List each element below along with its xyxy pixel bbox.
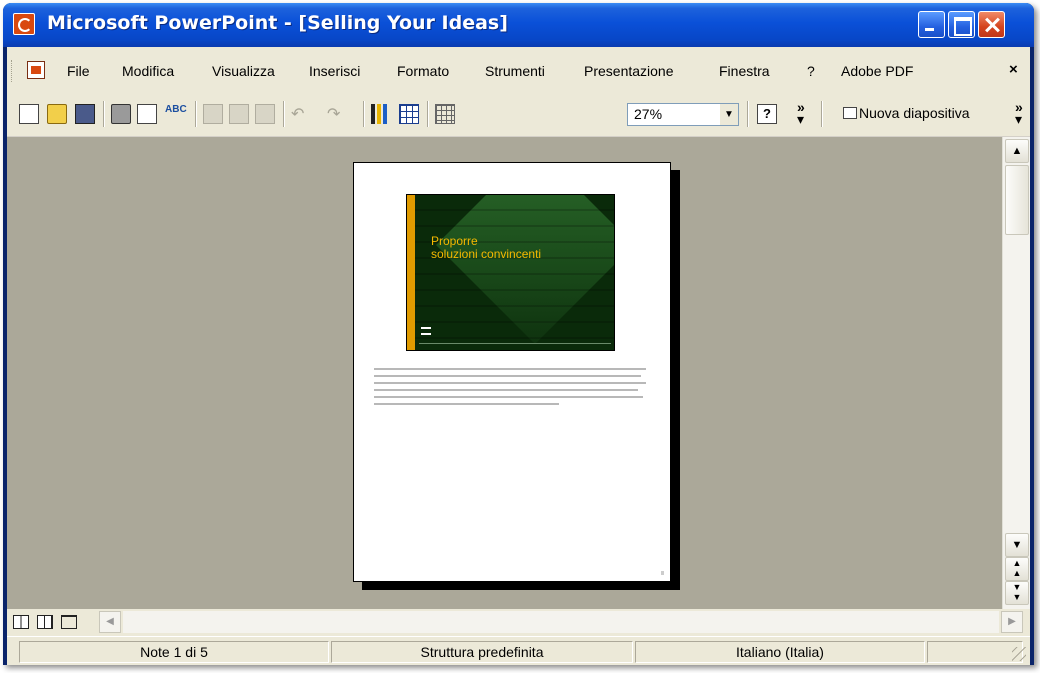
horizontal-scrollbar[interactable] xyxy=(123,611,999,633)
menu-file[interactable]: File xyxy=(67,63,90,79)
toolbar-separator xyxy=(103,101,105,127)
resize-grip-icon[interactable] xyxy=(1012,647,1026,661)
notes-line xyxy=(374,396,644,398)
status-page-number: Note 1 di 5 xyxy=(19,641,329,663)
chevron-down-icon[interactable]: ▼ xyxy=(720,104,738,125)
undo-icon[interactable]: ↶ xyxy=(291,104,311,124)
zoom-value: 27% xyxy=(634,106,663,122)
notes-page-workspace[interactable]: Proporre soluzioni convincenti xyxy=(7,137,1002,609)
normal-view-icon[interactable] xyxy=(13,615,29,629)
menu-strumenti[interactable]: Strumenti xyxy=(485,63,545,79)
slide-thumbnail[interactable]: Proporre soluzioni convincenti xyxy=(406,194,615,351)
maximize-button[interactable] xyxy=(948,11,975,38)
status-language[interactable]: Italiano (Italia) xyxy=(635,641,925,663)
open-icon[interactable] xyxy=(47,104,67,124)
scroll-right-button[interactable]: ▶ xyxy=(1001,611,1023,633)
menu-visualizza[interactable]: Visualizza xyxy=(212,63,275,79)
menu-bar: File Modifica Visualizza Inserisci Forma… xyxy=(7,47,1030,93)
scroll-thumb[interactable] xyxy=(1005,165,1029,235)
title-bar[interactable]: Microsoft PowerPoint - [Selling Your Ide… xyxy=(3,3,1034,47)
slide-stripes xyxy=(415,195,614,350)
standard-toolbar: ABC ↶ ↷ 27% ▼ ? » ▾ Nuova diapositiva » ▾ xyxy=(7,93,1030,137)
page-number-mark xyxy=(661,571,664,575)
toolbar-separator xyxy=(283,101,285,127)
redo-icon[interactable]: ↷ xyxy=(327,104,347,124)
close-document-button[interactable]: × xyxy=(1009,61,1018,78)
spelling-icon[interactable]: ABC xyxy=(165,104,187,124)
notes-line xyxy=(374,375,641,377)
next-slide-button[interactable]: ▼ ▼ xyxy=(1005,581,1029,605)
vertical-scrollbar[interactable]: ▲ ▼ ▲ ▲ ▼ ▼ xyxy=(1002,137,1030,609)
print-preview-icon[interactable] xyxy=(137,104,157,124)
menu-help[interactable]: ? xyxy=(807,63,815,79)
toolbar-overflow-icon[interactable]: » ▾ xyxy=(797,100,805,126)
help-icon[interactable]: ? xyxy=(757,104,777,124)
menubar-grip[interactable] xyxy=(11,60,15,82)
menu-modifica[interactable]: Modifica xyxy=(122,63,174,79)
notes-text-placeholder[interactable] xyxy=(374,368,646,414)
new-slide-label: Nuova diapositiva xyxy=(859,105,970,121)
insert-table-icon[interactable] xyxy=(399,104,419,124)
toolbar-separator xyxy=(427,101,429,127)
notes-page[interactable]: Proporre soluzioni convincenti xyxy=(353,162,671,582)
paste-icon[interactable] xyxy=(229,104,249,124)
toolbar-overflow-icon[interactable]: » ▾ xyxy=(1015,100,1023,126)
toolbar-separator xyxy=(747,101,749,127)
insert-chart-icon[interactable] xyxy=(371,104,391,124)
show-grid-icon[interactable] xyxy=(435,104,455,124)
minimize-button[interactable] xyxy=(918,11,945,38)
notes-line xyxy=(374,368,646,370)
window-title: Microsoft PowerPoint - [Selling Your Ide… xyxy=(47,12,508,34)
menu-presentazione[interactable]: Presentazione xyxy=(584,63,674,79)
document-icon[interactable] xyxy=(27,61,45,79)
scroll-up-button[interactable]: ▲ xyxy=(1005,139,1029,163)
notes-line xyxy=(374,403,559,405)
scroll-left-button[interactable]: ◀ xyxy=(99,611,121,633)
view-bar: ◀ ▶ xyxy=(7,609,1030,636)
scroll-down-button[interactable]: ▼ xyxy=(1005,533,1029,557)
new-slide-button[interactable]: Nuova diapositiva xyxy=(843,105,970,121)
save-icon[interactable] xyxy=(75,104,95,124)
status-bar: Note 1 di 5 Struttura predefinita Italia… xyxy=(7,636,1030,665)
print-icon[interactable] xyxy=(111,104,131,124)
previous-slide-button[interactable]: ▲ ▲ xyxy=(1005,557,1029,581)
toolbar-separator xyxy=(363,101,365,127)
close-window-button[interactable] xyxy=(978,11,1005,38)
new-icon[interactable] xyxy=(19,104,39,124)
slide-logo-icon xyxy=(421,327,431,335)
zoom-select[interactable]: 27% ▼ xyxy=(627,103,739,126)
powerpoint-app-icon[interactable] xyxy=(13,13,35,35)
format-painter-icon[interactable] xyxy=(255,104,275,124)
notes-line xyxy=(374,389,638,391)
slide-title: Proporre soluzioni convincenti xyxy=(431,235,611,261)
copy-icon[interactable] xyxy=(203,104,223,124)
new-slide-icon xyxy=(843,107,857,119)
toolbar-separator xyxy=(821,101,823,127)
status-design-template[interactable]: Struttura predefinita xyxy=(331,641,633,663)
menu-adobe-pdf[interactable]: Adobe PDF xyxy=(841,63,913,79)
slide-footer xyxy=(419,338,611,344)
toolbar-separator xyxy=(195,101,197,127)
application-window: Microsoft PowerPoint - [Selling Your Ide… xyxy=(3,3,1034,665)
notes-line xyxy=(374,382,646,384)
menu-formato[interactable]: Formato xyxy=(397,63,449,79)
status-empty-cell xyxy=(927,641,1023,663)
menu-finestra[interactable]: Finestra xyxy=(719,63,770,79)
slide-accent-bar xyxy=(407,195,415,350)
menu-inserisci[interactable]: Inserisci xyxy=(309,63,360,79)
slide-sorter-view-icon[interactable] xyxy=(37,615,53,629)
slide-show-view-icon[interactable] xyxy=(61,615,77,629)
slide-title-line-2: soluzioni convincenti xyxy=(431,247,542,261)
